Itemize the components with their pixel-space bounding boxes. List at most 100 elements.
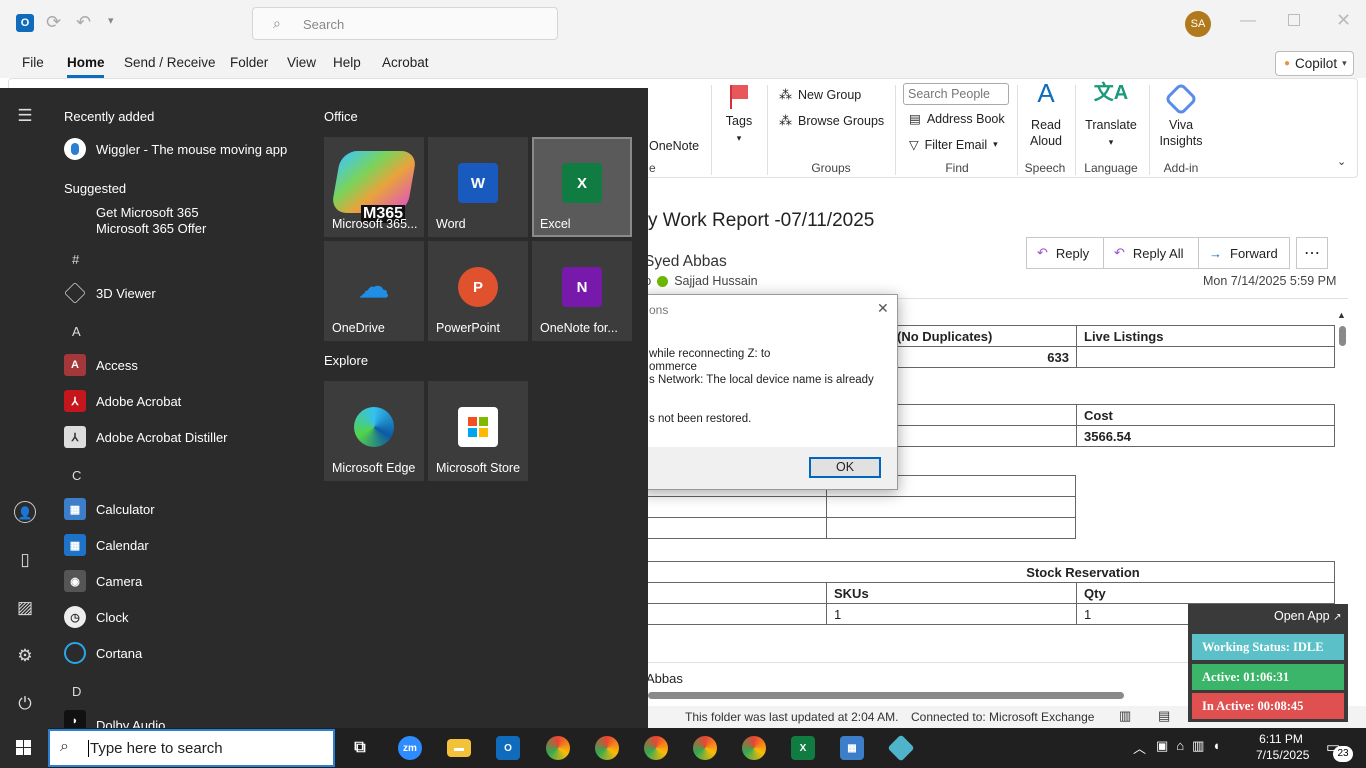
onenote-button[interactable]: OneNote <box>649 139 699 153</box>
viva-insights-button[interactable]: Viva Insights <box>1153 82 1209 149</box>
horizontal-scrollbar[interactable] <box>648 692 1124 699</box>
customize-qat-icon[interactable]: ▾ <box>108 14 114 27</box>
app-access[interactable]: A Access <box>64 350 138 380</box>
app-dolby-audio[interactable]: ◗ Dolby Audio <box>64 710 165 728</box>
app-wiggler[interactable]: Wiggler - The mouse moving app <box>64 134 287 164</box>
app-3d-viewer[interactable]: 3D Viewer <box>64 278 156 308</box>
read-aloud-button[interactable]: A Read Aloud <box>1025 80 1067 149</box>
find-group-label: Find <box>945 161 969 175</box>
search-box[interactable]: ⌕ Search <box>252 7 558 40</box>
taskbar-search-placeholder: Type here to search <box>88 740 223 757</box>
collapse-ribbon-icon[interactable]: ⌄ <box>1337 155 1346 168</box>
chrome-icon-2[interactable] <box>595 736 619 760</box>
chrome-icon-5[interactable] <box>742 736 766 760</box>
app-cortana[interactable]: Cortana <box>64 638 142 668</box>
app-get-m365[interactable]: Get Microsoft 365 Microsoft 365 Offer <box>64 205 206 237</box>
power-icon[interactable]: ⏻ <box>14 693 36 715</box>
forward-button[interactable]: → Forward <box>1198 237 1290 269</box>
groups-group-label: Groups <box>811 161 851 175</box>
menu-help[interactable]: Help <box>333 55 361 70</box>
calculator-taskbar-icon[interactable]: ▦ <box>840 736 864 760</box>
folder-updated-status: This folder was last updated at 2:04 AM. <box>685 710 899 724</box>
excel-taskbar-icon[interactable]: X <box>791 736 815 760</box>
chrome-icon-1[interactable] <box>546 736 570 760</box>
app-clock[interactable]: ◷ Clock <box>64 602 129 632</box>
hamburger-menu-icon[interactable]: ☰ <box>14 105 36 127</box>
table-header: Live Listings <box>1076 325 1335 347</box>
app-calendar[interactable]: ▦ Calendar <box>64 530 149 560</box>
user-account-icon[interactable]: 👤 <box>14 501 36 523</box>
app-acrobat-distiller[interactable]: ⅄ Adobe Acrobat Distiller <box>64 422 228 452</box>
tile-microsoft-edge[interactable]: Microsoft Edge <box>324 381 424 481</box>
sync-icon[interactable]: ⟳ <box>46 12 61 33</box>
menu-acrobat[interactable]: Acrobat <box>382 55 429 70</box>
open-app-button[interactable]: Open App ↗ <box>1274 609 1341 623</box>
app-diamond-icon[interactable] <box>887 734 915 762</box>
translate-icon: 文A <box>1093 82 1129 104</box>
reply-all-button[interactable]: ↶ Reply All <box>1103 237 1199 269</box>
letter-header[interactable]: C <box>72 468 81 483</box>
app-calculator[interactable]: ▦ Calculator <box>64 494 155 524</box>
letter-header[interactable]: # <box>72 252 79 267</box>
recipient-name[interactable]: Sajjad Hussain <box>674 274 757 288</box>
start-button[interactable] <box>0 728 48 768</box>
tile-microsoft-365[interactable]: M365 Microsoft 365... <box>324 137 424 237</box>
clock[interactable]: 6:11 PM 7/15/2025 <box>1256 731 1309 763</box>
zoom-icon[interactable]: zm <box>398 736 422 760</box>
more-actions-button[interactable]: ⋯ <box>1296 237 1328 269</box>
edge-icon <box>354 407 394 447</box>
menu-file[interactable]: File <box>22 55 44 70</box>
maximize-icon[interactable] <box>1288 14 1300 26</box>
chevron-down-icon: ▾ <box>1342 58 1347 68</box>
ok-button[interactable]: OK <box>809 457 881 478</box>
forward-icon: → <box>1209 245 1222 261</box>
tray-icons[interactable]: ▣⌂▥◖ <box>1156 738 1228 754</box>
search-people-input[interactable]: Search People <box>903 83 1009 105</box>
vertical-scrollbar[interactable] <box>1339 326 1346 346</box>
reply-button[interactable]: ↶ Reply <box>1026 237 1104 269</box>
app-adobe-acrobat[interactable]: ⅄ Adobe Acrobat <box>64 386 181 416</box>
tile-excel[interactable]: X Excel <box>532 137 632 237</box>
menu-home[interactable]: Home <box>67 55 105 70</box>
letter-header[interactable]: D <box>72 684 81 699</box>
minimize-icon[interactable]: — <box>1240 12 1256 30</box>
calculator-icon: ▦ <box>64 498 86 520</box>
reading-view-icon[interactable]: ▤ <box>1158 708 1170 724</box>
translate-button[interactable]: 文A Translate ▾ <box>1081 82 1141 150</box>
search-icon: ⌕ <box>273 15 281 31</box>
table-cell: 3566.54 <box>1076 425 1335 447</box>
browse-groups-button[interactable]: ⁂ Browse Groups <box>779 113 884 129</box>
scroll-up-icon[interactable]: ▲ <box>1337 310 1346 320</box>
menu-folder[interactable]: Folder <box>230 55 268 70</box>
show-hidden-icons-icon[interactable]: ︿ <box>1133 738 1146 757</box>
settings-gear-icon[interactable]: ⚙ <box>14 645 36 667</box>
filter-email-button[interactable]: ▽ Filter Email ▾ <box>909 137 998 153</box>
tile-microsoft-store[interactable]: Microsoft Store <box>428 381 528 481</box>
tile-powerpoint[interactable]: P PowerPoint <box>428 241 528 341</box>
sender-name[interactable]: Syed Abbas <box>644 253 727 271</box>
tile-onedrive[interactable]: ☁ OneDrive <box>324 241 424 341</box>
menu-view[interactable]: View <box>287 55 316 70</box>
new-group-button[interactable]: ⁂ New Group <box>779 87 861 103</box>
address-book-button[interactable]: ▤ Address Book <box>909 111 1005 127</box>
normal-view-icon[interactable]: ▥ <box>1119 708 1131 724</box>
chrome-icon-3[interactable] <box>644 736 668 760</box>
close-icon[interactable]: ✕ <box>877 300 889 317</box>
outlook-icon[interactable]: O <box>496 736 520 760</box>
avatar[interactable]: SA <box>1185 11 1211 37</box>
menu-send-receive[interactable]: Send / Receive <box>124 55 216 70</box>
file-explorer-icon[interactable]: ▬ <box>447 739 471 757</box>
close-icon[interactable]: ✕ <box>1336 10 1351 31</box>
taskbar-search-box[interactable]: ⌕ Type here to search <box>48 729 335 767</box>
tile-word[interactable]: W Word <box>428 137 528 237</box>
documents-icon[interactable]: ▯ <box>14 549 36 571</box>
copilot-button[interactable]: ● Copilot ▾ <box>1275 51 1354 76</box>
app-camera[interactable]: ◉ Camera <box>64 566 142 596</box>
pictures-icon[interactable]: ▨ <box>14 597 36 619</box>
task-view-icon[interactable]: ⧉ <box>348 736 372 760</box>
tile-onenote[interactable]: N OneNote for... <box>532 241 632 341</box>
chrome-icon-4[interactable] <box>693 736 717 760</box>
letter-header[interactable]: A <box>72 324 81 339</box>
tags-button[interactable]: Tags ▾ <box>719 85 759 146</box>
undo-icon[interactable]: ↶ <box>76 12 91 33</box>
